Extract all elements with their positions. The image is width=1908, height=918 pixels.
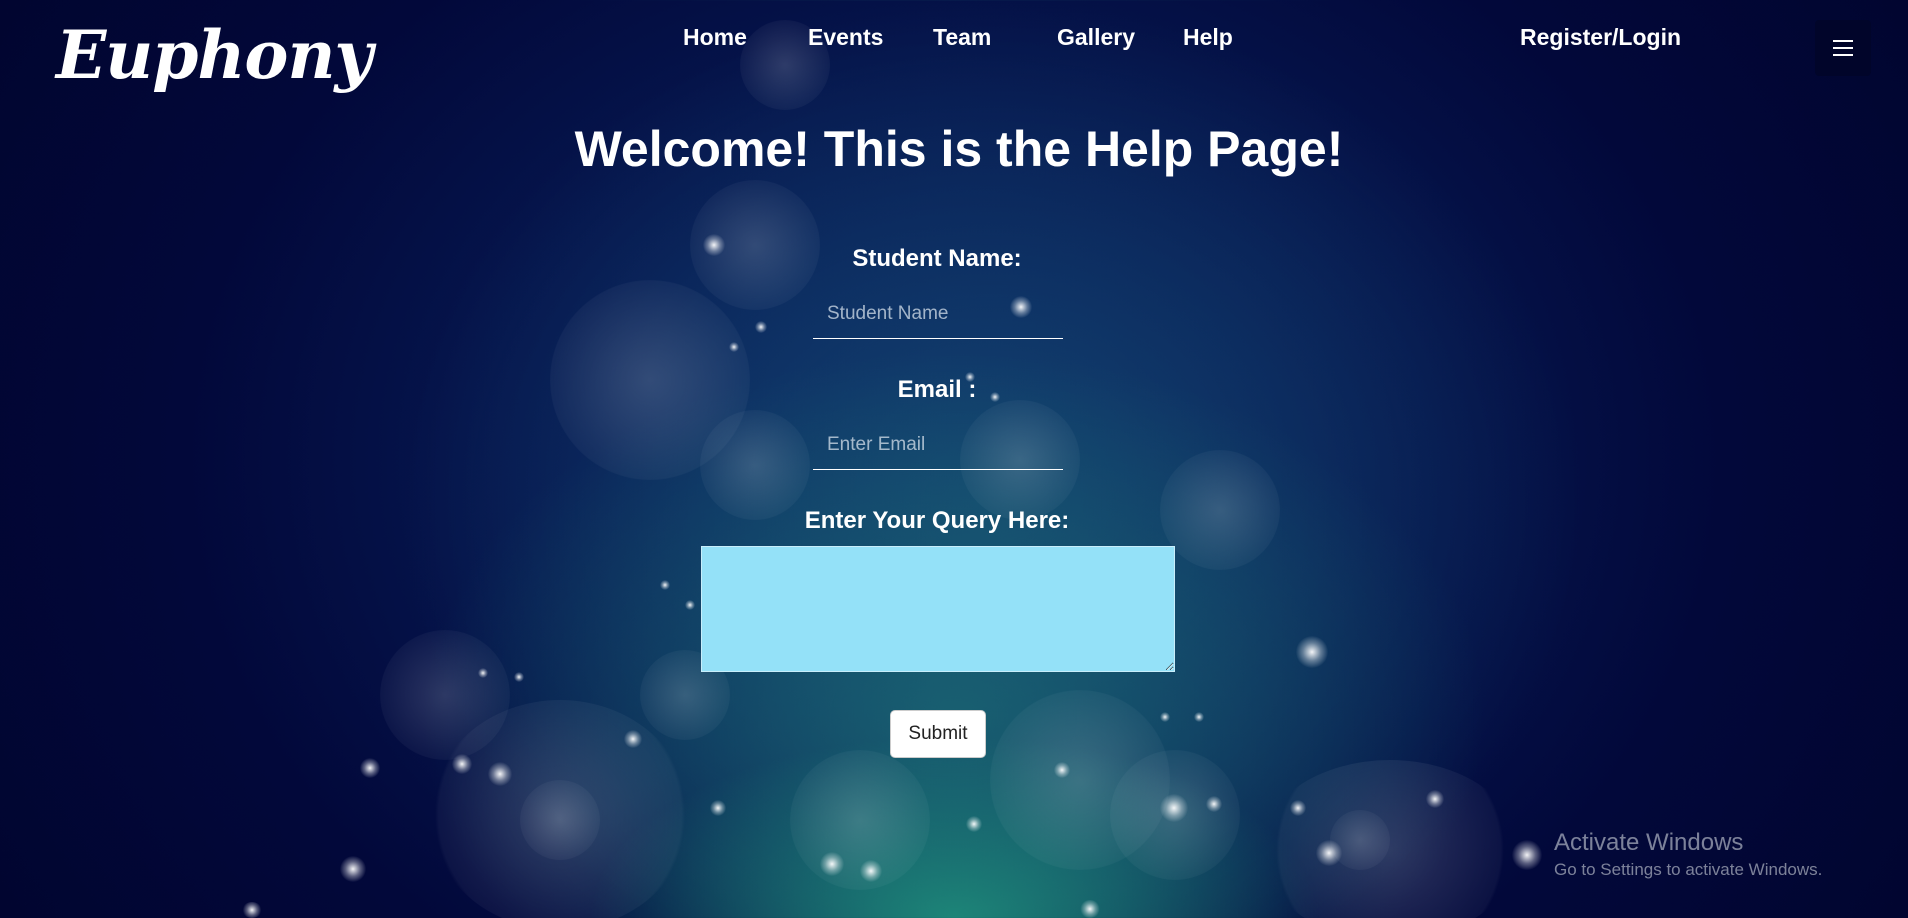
watermark-subtitle: Go to Settings to activate Windows. xyxy=(1554,860,1823,879)
query-textarea[interactable] xyxy=(701,546,1175,672)
nav-link-team[interactable]: Team xyxy=(933,24,991,51)
watermark-title: Activate Windows xyxy=(1554,829,1744,856)
nav-link-help[interactable]: Help xyxy=(1183,24,1233,51)
page-title: Welcome! This is the Help Page! xyxy=(574,121,1344,177)
nav-link-events[interactable]: Events xyxy=(808,24,883,51)
euphony-logo[interactable]: Euphony xyxy=(56,22,373,88)
menu-toggle-button[interactable] xyxy=(1815,20,1871,76)
query-label: Enter Your Query Here: xyxy=(804,507,1070,534)
nav-link-gallery[interactable]: Gallery xyxy=(1057,24,1135,51)
student-name-input[interactable] xyxy=(813,289,1063,339)
nav-link-register-login[interactable]: Register/Login xyxy=(1520,24,1681,51)
hamburger-menu-icon xyxy=(1833,40,1853,56)
email-label: Email : xyxy=(897,376,977,403)
nav-link-home[interactable]: Home xyxy=(683,24,747,51)
student-name-label: Student Name: xyxy=(852,245,1022,272)
activate-windows-watermark: Activate Windows Go to Settings to activ… xyxy=(1554,828,1822,882)
submit-button[interactable]: Submit xyxy=(890,710,986,758)
email-input[interactable] xyxy=(813,420,1063,470)
